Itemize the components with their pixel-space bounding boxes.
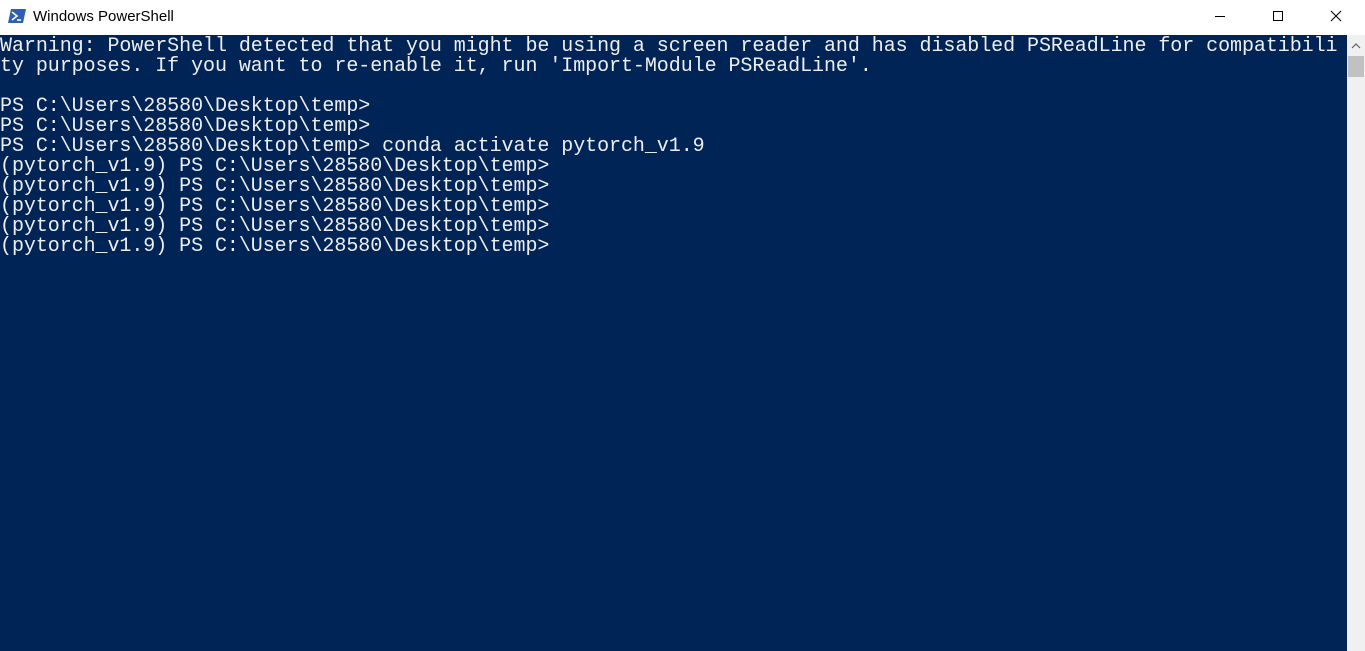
window-title: Windows PowerShell	[33, 8, 174, 25]
powershell-icon[interactable]	[8, 9, 26, 23]
scroll-up-button[interactable]	[1347, 35, 1365, 55]
scroll-thumb[interactable]	[1348, 56, 1364, 77]
close-button[interactable]	[1307, 0, 1365, 35]
console-line: (pytorch_v1.9) PS C:\Users\28580\Desktop…	[0, 155, 550, 178]
minimize-button[interactable]	[1191, 0, 1249, 35]
console-line: Warning: PowerShell detected that you mi…	[0, 35, 1338, 58]
vertical-scrollbar[interactable]	[1347, 35, 1365, 651]
minimize-icon	[1214, 9, 1226, 27]
console-line: ty purposes. If you want to re-enable it…	[0, 55, 872, 78]
maximize-button[interactable]	[1249, 0, 1307, 35]
console-line: PS C:\Users\28580\Desktop\temp>	[0, 115, 371, 138]
console-output[interactable]: Warning: PowerShell detected that you mi…	[0, 35, 1347, 651]
console-line: PS C:\Users\28580\Desktop\temp> conda ac…	[0, 135, 705, 158]
maximize-icon	[1272, 9, 1284, 27]
console-line: (pytorch_v1.9) PS C:\Users\28580\Desktop…	[0, 195, 550, 218]
title-bar[interactable]: Windows PowerShell	[0, 0, 1365, 35]
powershell-window: Windows PowerShell Warning: PowerShell d…	[0, 0, 1365, 651]
chevron-up-icon	[1351, 36, 1361, 54]
console-line: (pytorch_v1.9) PS C:\Users\28580\Desktop…	[0, 215, 550, 238]
console-line: (pytorch_v1.9) PS C:\Users\28580\Desktop…	[0, 235, 550, 258]
console-line: (pytorch_v1.9) PS C:\Users\28580\Desktop…	[0, 175, 550, 198]
console-line: PS C:\Users\28580\Desktop\temp>	[0, 95, 371, 118]
close-icon	[1330, 9, 1342, 27]
